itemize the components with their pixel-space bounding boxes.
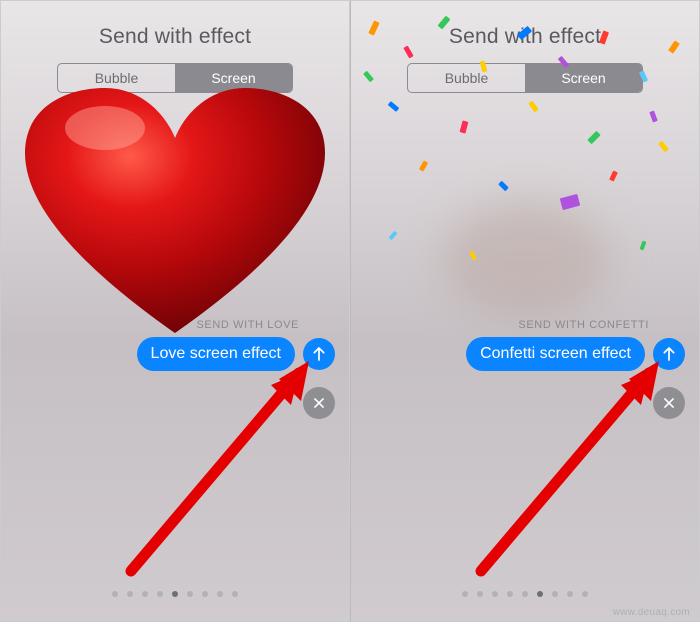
page-dot[interactable] bbox=[522, 591, 528, 597]
confetti-piece bbox=[587, 131, 600, 144]
confetti-piece bbox=[560, 194, 580, 210]
message-row: Love screen effect bbox=[137, 337, 335, 371]
confetti-piece bbox=[640, 241, 647, 251]
confetti-piece bbox=[388, 101, 400, 112]
page-dot[interactable] bbox=[552, 591, 558, 597]
heart-icon bbox=[15, 83, 335, 343]
arrow-up-icon bbox=[661, 346, 677, 362]
annotation-arrow bbox=[471, 351, 681, 581]
tab-bubble[interactable]: Bubble bbox=[408, 64, 525, 92]
page-dot[interactable] bbox=[187, 591, 193, 597]
page-title: Send with effect bbox=[1, 25, 349, 49]
confetti-piece bbox=[649, 110, 657, 122]
send-button[interactable] bbox=[653, 338, 685, 370]
annotation-arrow bbox=[121, 351, 331, 581]
page-dot[interactable] bbox=[537, 591, 543, 597]
send-button[interactable] bbox=[303, 338, 335, 370]
watermark: www.deuaq.com bbox=[613, 607, 690, 618]
page-dot[interactable] bbox=[477, 591, 483, 597]
page-dot[interactable] bbox=[492, 591, 498, 597]
page-dot[interactable] bbox=[157, 591, 163, 597]
left-pane: Send with effect Bubble Screen SEND WITH… bbox=[0, 0, 350, 622]
page-dot[interactable] bbox=[142, 591, 148, 597]
page-dot[interactable] bbox=[112, 591, 118, 597]
header: Send with effect Bubble Screen bbox=[1, 1, 349, 93]
message-bubble: Confetti screen effect bbox=[466, 337, 645, 371]
right-pane: Send with effect Bubble Screen SEND WITH… bbox=[350, 0, 700, 622]
confetti-piece bbox=[528, 101, 538, 113]
page-dot[interactable] bbox=[172, 591, 178, 597]
close-icon bbox=[662, 396, 676, 410]
page-dot[interactable] bbox=[582, 591, 588, 597]
effect-name-label: SEND WITH LOVE bbox=[196, 319, 299, 331]
effect-tabs: Bubble Screen bbox=[407, 63, 643, 93]
page-dot[interactable] bbox=[232, 591, 238, 597]
blur-decor bbox=[441, 201, 611, 321]
page-dot[interactable] bbox=[507, 591, 513, 597]
confetti-piece bbox=[609, 170, 618, 181]
confetti-piece bbox=[389, 231, 398, 240]
confetti-piece bbox=[419, 160, 428, 171]
page-dot[interactable] bbox=[217, 591, 223, 597]
page-indicator[interactable] bbox=[112, 591, 238, 597]
page-dot[interactable] bbox=[462, 591, 468, 597]
page-dot[interactable] bbox=[127, 591, 133, 597]
confetti-piece bbox=[460, 120, 469, 133]
effect-name-label: SEND WITH CONFETTI bbox=[518, 319, 649, 331]
confetti-piece bbox=[658, 141, 669, 153]
tab-screen[interactable]: Screen bbox=[525, 64, 642, 92]
page-dot[interactable] bbox=[202, 591, 208, 597]
close-button[interactable] bbox=[653, 387, 685, 419]
confetti-piece bbox=[498, 181, 509, 192]
message-row: Confetti screen effect bbox=[466, 337, 685, 371]
arrow-up-icon bbox=[311, 346, 327, 362]
close-icon bbox=[312, 396, 326, 410]
page-indicator[interactable] bbox=[462, 591, 588, 597]
close-button[interactable] bbox=[303, 387, 335, 419]
page-dot[interactable] bbox=[567, 591, 573, 597]
heart-effect-preview bbox=[15, 83, 335, 343]
message-bubble: Love screen effect bbox=[137, 337, 295, 371]
